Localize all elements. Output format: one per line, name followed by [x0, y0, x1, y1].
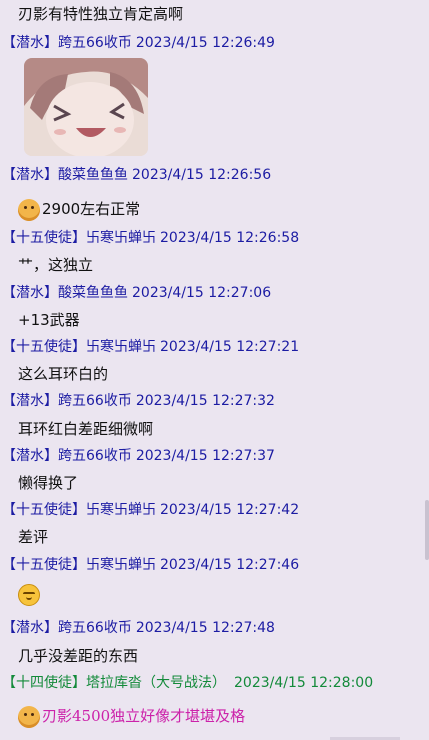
sender-name[interactable]: 卐寒卐蝉卐 [86, 339, 156, 355]
message-text: 懒得换了 [18, 474, 79, 492]
message-emoji [18, 583, 429, 606]
message-header[interactable]: 【十四使徒】塔拉库沓（大号战法） 2023/4/15 12:28:00 [2, 673, 429, 693]
message-time: 2023/4/15 12:28:00 [234, 675, 374, 691]
sender-name[interactable]: 塔拉库沓（大号战法） [86, 675, 226, 691]
doge-emoji [18, 706, 40, 728]
member-tag: 【十五使徒】 [2, 557, 86, 573]
message-time: 2023/4/15 12:26:58 [160, 230, 300, 246]
sender-name[interactable]: 卐寒卐蝉卐 [86, 557, 156, 573]
message-text: 2900左右正常 [18, 198, 429, 221]
message-text: 差评 [18, 528, 49, 546]
member-tag: 【十五使徒】 [2, 502, 86, 518]
message-header[interactable]: 【潜水】跨五66收币 2023/4/15 12:27:48 [2, 618, 429, 638]
message-header[interactable]: 【潜水】酸菜鱼鱼鱼 2023/4/15 12:26:56 [2, 165, 429, 185]
message-text: +13武器 [18, 311, 80, 329]
member-tag: 【潜水】 [2, 167, 58, 183]
sender-name[interactable]: 酸菜鱼鱼鱼 [58, 167, 128, 183]
sender-name[interactable]: 跨五66收币 [58, 35, 132, 51]
message-time: 2023/4/15 12:27:48 [135, 620, 275, 636]
anime-girl-sticker-icon [24, 58, 148, 156]
message-time: 2023/4/15 12:26:49 [135, 35, 275, 51]
sender-name[interactable]: 卐寒卐蝉卐 [86, 502, 156, 518]
chat-message-list: 刃影有特性独立肯定高啊 【潜水】跨五66收币 2023/4/15 12:26:49… [0, 0, 429, 740]
message-header[interactable]: 【十五使徒】卐寒卐蝉卐 2023/4/15 12:27:46 [2, 555, 429, 575]
message-header[interactable]: 【潜水】跨五66收币 2023/4/15 12:27:32 [2, 391, 429, 411]
message-time: 2023/4/15 12:27:32 [135, 393, 275, 409]
doge-emoji [18, 198, 40, 221]
message-header[interactable]: 【十五使徒】卐寒卐蝉卐 2023/4/15 12:27:21 [2, 337, 429, 357]
member-tag: 【十五使徒】 [2, 230, 86, 246]
message-header[interactable]: 【潜水】跨五66收币 2023/4/15 12:27:37 [2, 446, 429, 466]
message-header[interactable]: 【潜水】酸菜鱼鱼鱼 2023/4/15 12:27:06 [2, 283, 429, 303]
smug-emoji [18, 583, 40, 606]
message-time: 2023/4/15 12:27:42 [160, 502, 300, 518]
message-header[interactable]: 【十五使徒】卐寒卐蝉卐 2023/4/15 12:27:42 [2, 500, 429, 520]
member-tag: 【十五使徒】 [2, 339, 86, 355]
sender-name[interactable]: 酸菜鱼鱼鱼 [58, 285, 128, 301]
sender-name[interactable]: 跨五66收币 [58, 620, 132, 636]
message-time: 2023/4/15 12:27:06 [132, 285, 272, 301]
message-time: 2023/4/15 12:27:46 [160, 557, 300, 573]
scrollbar[interactable] [425, 500, 429, 560]
anime-girl-sticker[interactable] [24, 58, 148, 156]
member-tag: 【潜水】 [2, 448, 58, 464]
message-text: 艹，这独立 [18, 256, 94, 274]
message-header[interactable]: 【潜水】跨五66收币 2023/4/15 12:26:49 [2, 33, 429, 53]
member-tag: 【潜水】 [2, 285, 58, 301]
member-tag: 【潜水】 [2, 35, 58, 51]
message-text: 这么耳环白的 [18, 365, 109, 383]
sender-name[interactable]: 跨五66收币 [58, 393, 132, 409]
member-tag: 【潜水】 [2, 393, 58, 409]
message-text: 耳环红白差距细微啊 [18, 420, 154, 438]
member-tag: 【潜水】 [2, 620, 58, 636]
message-time: 2023/4/15 12:27:37 [135, 448, 275, 464]
message-text: 刃影4500独立好像才堪堪及格 [18, 705, 429, 728]
message-header[interactable]: 【十五使徒】卐寒卐蝉卐 2023/4/15 12:26:58 [2, 228, 429, 248]
message-text: 刃影有特性独立肯定高啊 [18, 5, 184, 23]
message-text: 几乎没差距的东西 [18, 647, 139, 665]
sender-name[interactable]: 卐寒卐蝉卐 [86, 230, 156, 246]
member-tag: 【十四使徒】 [2, 675, 86, 691]
message-time: 2023/4/15 12:27:21 [160, 339, 300, 355]
sender-name[interactable]: 跨五66收币 [58, 448, 132, 464]
message-time: 2023/4/15 12:26:56 [132, 167, 272, 183]
